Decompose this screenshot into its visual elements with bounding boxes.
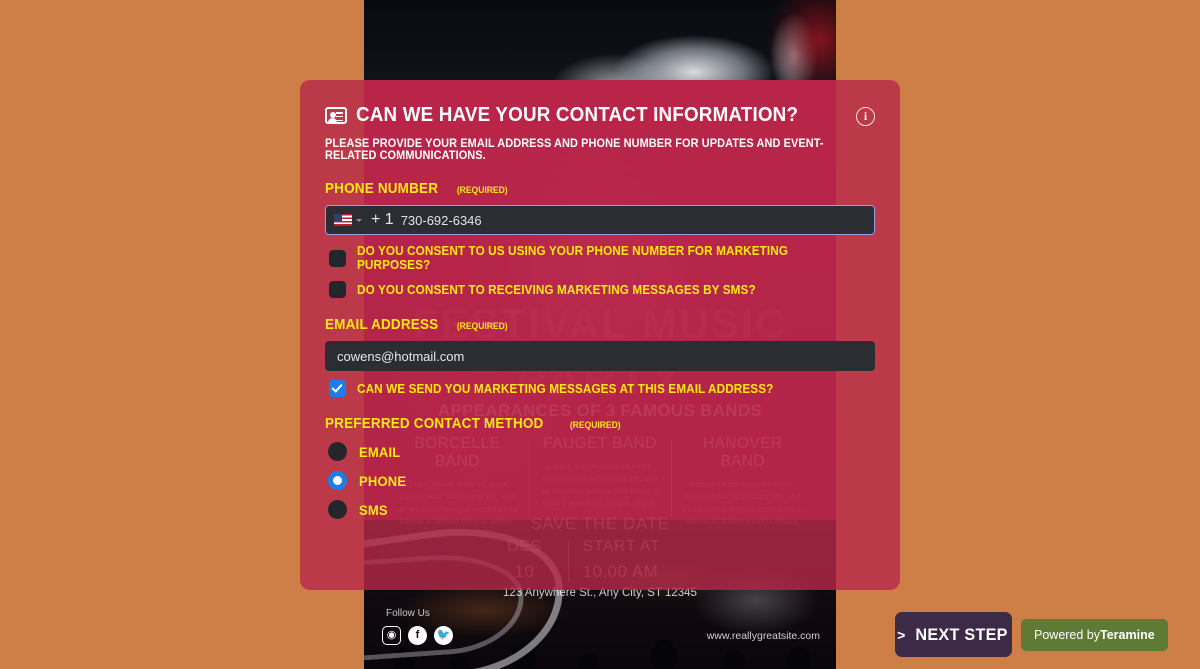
email-marketing-consent-checkbox-row[interactable]: CAN WE SEND YOU MARKETING MESSAGES AT TH…: [325, 380, 875, 397]
page-title: CAN WE HAVE YOUR CONTACT INFORMATION?: [356, 104, 799, 126]
modal-subtitle: PLEASE PROVIDE YOUR EMAIL ADDRESS AND PH…: [325, 138, 824, 162]
checkbox-unchecked[interactable]: [329, 281, 346, 298]
powered-by-badge[interactable]: Powered by Teramine: [1021, 619, 1168, 651]
modal-header: CAN WE HAVE YOUR CONTACT INFORMATION? i: [325, 104, 875, 127]
chevron-down-icon: [356, 218, 362, 222]
chevron-right-icon: >: [897, 626, 906, 643]
instagram-icon: ◉: [382, 626, 401, 645]
email-address-label: EMAIL ADDRESS: [325, 317, 439, 333]
facebook-icon: f: [408, 626, 427, 645]
radio-unselected[interactable]: [328, 442, 347, 461]
checkbox-checked[interactable]: [329, 380, 346, 397]
phone-number-label-row: PHONE NUMBER (REQUIRED): [325, 181, 875, 197]
email-input[interactable]: cowens@hotmail.com: [325, 341, 875, 371]
radio-label-phone: PHONE: [359, 472, 407, 489]
sms-marketing-consent-checkbox-row[interactable]: DO YOU CONSENT TO RECEIVING MARKETING ME…: [325, 281, 875, 298]
poster-social-links: ◉ f 🐦: [382, 626, 453, 645]
contact-card-icon: [325, 107, 347, 124]
phone-marketing-consent-checkbox-row[interactable]: DO YOU CONSENT TO US USING YOUR PHONE NU…: [325, 244, 875, 272]
info-icon[interactable]: i: [856, 107, 875, 126]
phone-required-tag: (REQUIRED): [456, 185, 508, 196]
radio-unselected[interactable]: [328, 500, 347, 519]
twitter-icon: 🐦: [434, 626, 453, 645]
phone-input[interactable]: + 1 730-692-6346: [325, 205, 875, 235]
powered-by-prefix: Powered by: [1034, 628, 1101, 642]
radio-option-email[interactable]: EMAIL: [325, 442, 875, 461]
checkbox-unchecked[interactable]: [329, 249, 346, 267]
phone-number-value: 730-692-6346: [400, 212, 482, 228]
email-marketing-consent-label: CAN WE SEND YOU MARKETING MESSAGES AT TH…: [357, 381, 774, 396]
radio-selected[interactable]: [328, 471, 347, 490]
preferred-contact-required-tag: (REQUIRED): [569, 420, 621, 431]
radio-label-email: EMAIL: [359, 443, 401, 460]
preferred-contact-method-label: PREFERRED CONTACT METHOD: [325, 416, 544, 432]
phone-marketing-consent-label: DO YOU CONSENT TO US USING YOUR PHONE NU…: [357, 244, 789, 272]
poster-website: www.reallygreatsite.com: [706, 630, 820, 642]
us-flag-icon: [334, 214, 352, 226]
phone-number-label: PHONE NUMBER: [325, 181, 439, 197]
next-step-button[interactable]: > NEXT STEP: [895, 612, 1012, 657]
sms-marketing-consent-label: DO YOU CONSENT TO RECEIVING MARKETING ME…: [357, 282, 756, 297]
preferred-contact-method-label-row: PREFERRED CONTACT METHOD (REQUIRED): [325, 416, 875, 432]
powered-by-brand: Teramine: [1100, 628, 1155, 642]
phone-dial-code: + 1: [371, 211, 394, 228]
email-address-label-row: EMAIL ADDRESS (REQUIRED): [325, 317, 875, 333]
radio-option-phone[interactable]: PHONE: [325, 471, 875, 490]
email-required-tag: (REQUIRED): [456, 321, 508, 332]
poster-chrome-art-top: [364, 0, 836, 86]
email-value: cowens@hotmail.com: [337, 348, 465, 364]
country-code-selector[interactable]: [334, 214, 362, 226]
poster-follow-us-label: Follow Us: [386, 608, 430, 619]
contact-information-modal: CAN WE HAVE YOUR CONTACT INFORMATION? i …: [300, 80, 900, 590]
radio-option-sms[interactable]: SMS: [325, 500, 875, 519]
radio-label-sms: SMS: [359, 501, 388, 518]
next-step-label: NEXT STEP: [915, 624, 1008, 644]
modal-title-row: CAN WE HAVE YOUR CONTACT INFORMATION?: [325, 104, 826, 127]
